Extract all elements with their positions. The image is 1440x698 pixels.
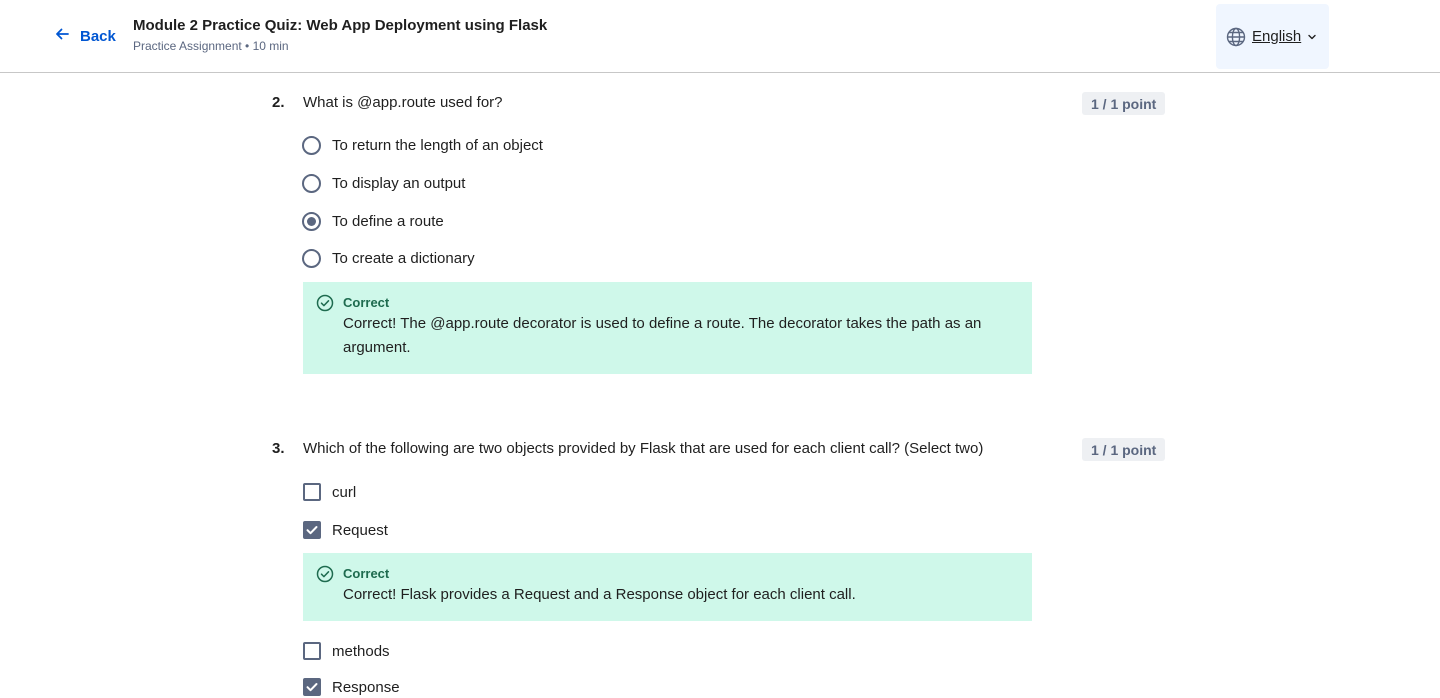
checkbox[interactable] [303,642,321,660]
question-text: Which of the following are two objects p… [303,440,984,457]
checkbox-option[interactable]: methods [302,640,390,662]
option-label: Request [332,521,388,539]
feedback-correct: Correct Correct! Flask provides a Reques… [303,553,1032,621]
checkbox-option-selected[interactable]: Request [302,519,388,541]
feedback-text: Correct! Flask provides a Request and a … [343,586,856,603]
checkbox-option[interactable]: curl [302,481,356,503]
radio-button-selected[interactable] [302,211,321,231]
option-label: To define a route [332,212,444,230]
language-label: English [1252,28,1302,45]
radio-button[interactable] [302,135,321,155]
option-label: To return the length of an object [332,136,543,154]
option-label: curl [332,483,357,501]
checkmark-icon [306,683,318,692]
radio-option[interactable]: To display an output [302,172,465,194]
radio-option[interactable]: To create a dictionary [302,247,475,269]
checkbox[interactable] [303,483,321,501]
page-title: Module 2 Practice Quiz: Web App Deployme… [133,17,548,34]
radio-button[interactable] [302,173,321,193]
points-badge: 1 / 1 point [1082,438,1166,461]
page-header: Back Module 2 Practice Quiz: Web App Dep… [0,0,1440,73]
feedback-correct: Correct Correct! The @app.route decorato… [303,282,1032,374]
checkmark-icon [306,526,318,535]
question-number: 2. [272,94,285,111]
radio-button[interactable] [302,248,321,268]
feedback-text: Correct! The @app.route decorator is use… [343,315,982,356]
check-circle-icon [316,565,334,583]
arrow-left-icon [54,26,70,46]
question-number: 3. [272,440,285,457]
option-label: methods [332,642,390,660]
option-label: To create a dictionary [332,249,475,267]
option-label: Response [332,678,400,696]
chevron-down-icon [1307,32,1317,42]
page-subtitle: Practice Assignment • 10 min [133,39,289,53]
feedback-status: Correct [343,566,390,581]
option-label: To display an output [332,174,466,192]
points-badge: 1 / 1 point [1082,92,1166,115]
radio-option[interactable]: To return the length of an object [302,134,543,156]
language-selector[interactable]: English [1216,4,1329,69]
checkbox-checked[interactable] [303,678,321,696]
back-label: Back [80,27,116,45]
question-text: What is @app.route used for? [303,94,503,111]
check-circle-icon [316,294,334,312]
globe-icon [1226,27,1246,47]
feedback-status: Correct [343,295,390,310]
radio-option-selected[interactable]: To define a route [302,210,444,232]
checkbox-checked[interactable] [303,521,321,539]
back-button[interactable]: Back [54,26,116,46]
checkbox-option-selected[interactable]: Response [302,676,400,698]
